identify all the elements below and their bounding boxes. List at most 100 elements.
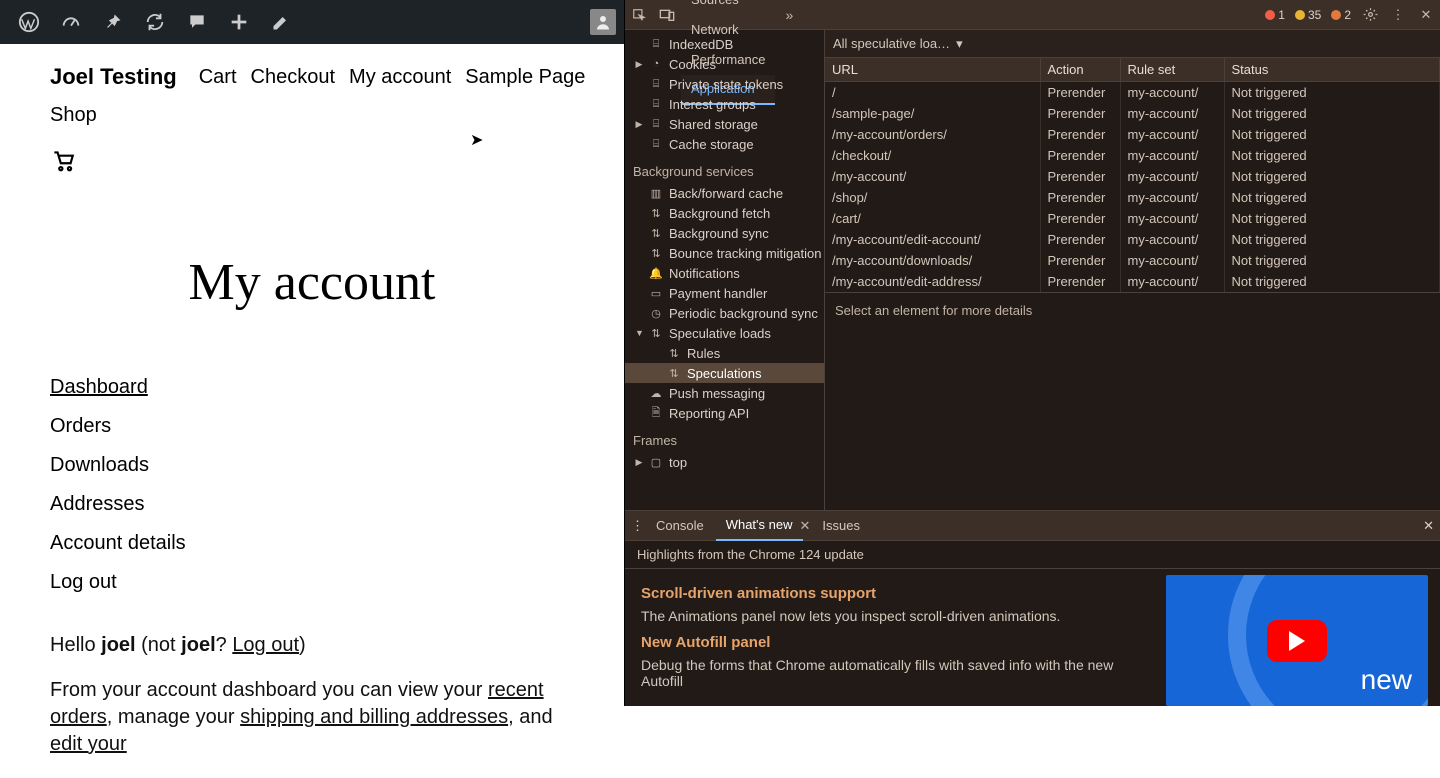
play-icon[interactable] bbox=[1267, 620, 1327, 662]
application-tree[interactable]: ⌸IndexedDB▶◔Cookies⌸Private state tokens… bbox=[625, 30, 825, 510]
errors-badge[interactable]: 1 bbox=[1265, 8, 1285, 22]
menu-addresses[interactable]: Addresses bbox=[50, 493, 145, 515]
table-cell[interactable]: my-account/ bbox=[1121, 229, 1225, 250]
menu-dashboard[interactable]: Dashboard bbox=[50, 376, 148, 398]
table-cell[interactable]: my-account/ bbox=[1121, 124, 1225, 145]
pin-icon[interactable] bbox=[92, 0, 134, 44]
table-cell[interactable]: / bbox=[825, 82, 1041, 103]
tree-item-payment-handler[interactable]: ▭Payment handler bbox=[625, 283, 824, 303]
table-cell[interactable]: my-account/ bbox=[1121, 271, 1225, 292]
nav-shop[interactable]: Shop bbox=[50, 104, 97, 127]
table-cell[interactable]: Not triggered bbox=[1225, 250, 1440, 271]
tree-item-background-sync[interactable]: ⇅Background sync bbox=[625, 223, 824, 243]
warnings-badge[interactable]: 35 bbox=[1295, 8, 1321, 22]
comment-icon[interactable] bbox=[176, 0, 218, 44]
nav-sample-page[interactable]: Sample Page bbox=[465, 66, 585, 89]
speculations-table[interactable]: URLActionRule setStatus/Prerendermy-acco… bbox=[825, 58, 1440, 292]
table-cell[interactable]: Not triggered bbox=[1225, 187, 1440, 208]
table-cell[interactable]: /my-account/edit-account/ bbox=[825, 229, 1041, 250]
tree-item-private-state-tokens[interactable]: ⌸Private state tokens bbox=[625, 74, 824, 94]
site-title[interactable]: Joel Testing bbox=[50, 64, 177, 90]
table-cell[interactable]: my-account/ bbox=[1121, 187, 1225, 208]
cart-icon[interactable] bbox=[50, 147, 624, 173]
table-cell[interactable]: Prerender bbox=[1041, 208, 1121, 229]
nav-checkout[interactable]: Checkout bbox=[251, 66, 336, 89]
col-status[interactable]: Status bbox=[1225, 58, 1440, 82]
table-cell[interactable]: my-account/ bbox=[1121, 145, 1225, 166]
table-cell[interactable]: my-account/ bbox=[1121, 103, 1225, 124]
tree-item-cache-storage[interactable]: ⌸Cache storage bbox=[625, 134, 824, 154]
drawer-tab-console[interactable]: Console bbox=[646, 511, 714, 541]
table-cell[interactable]: my-account/ bbox=[1121, 208, 1225, 229]
menu-downloads[interactable]: Downloads bbox=[50, 454, 149, 476]
more-tabs-icon[interactable]: » bbox=[775, 0, 803, 30]
tree-item-background-fetch[interactable]: ⇅Background fetch bbox=[625, 203, 824, 223]
greeting-logout-link[interactable]: Log out bbox=[232, 634, 299, 656]
drawer-close-icon[interactable]: ✕ bbox=[1423, 518, 1434, 534]
tree-item-shared-storage[interactable]: ▶⌸Shared storage bbox=[625, 114, 824, 134]
table-cell[interactable]: Prerender bbox=[1041, 145, 1121, 166]
col-action[interactable]: Action bbox=[1041, 58, 1121, 82]
tree-item-periodic-background-sync[interactable]: ◷Periodic background sync bbox=[625, 303, 824, 323]
tree-item-back-forward-cache[interactable]: ▥Back/forward cache bbox=[625, 183, 824, 203]
table-cell[interactable]: Prerender bbox=[1041, 250, 1121, 271]
tree-item-speculations[interactable]: ⇅Speculations bbox=[625, 363, 824, 383]
tree-item-bounce-tracking-mitigation[interactable]: ⇅Bounce tracking mitigation bbox=[625, 243, 824, 263]
table-cell[interactable]: Not triggered bbox=[1225, 271, 1440, 292]
col-url[interactable]: URL bbox=[825, 58, 1041, 82]
speculations-filter[interactable]: All speculative loa…▾ bbox=[825, 30, 1440, 58]
drawer-kebab-icon[interactable]: ⋮ bbox=[631, 518, 644, 534]
tree-item-top[interactable]: ▶▢top bbox=[625, 452, 824, 472]
table-cell[interactable]: Prerender bbox=[1041, 103, 1121, 124]
table-cell[interactable]: /my-account/ bbox=[825, 166, 1041, 187]
drawer-tab-close-icon[interactable]: ✕ bbox=[800, 518, 811, 534]
nav-my-account[interactable]: My account bbox=[349, 66, 451, 89]
table-cell[interactable]: Not triggered bbox=[1225, 103, 1440, 124]
nav-cart[interactable]: Cart bbox=[199, 66, 237, 89]
devtools-tab-sources[interactable]: Sources bbox=[681, 0, 775, 15]
inspect-icon[interactable] bbox=[625, 0, 653, 30]
kebab-menu-icon[interactable]: ⋮ bbox=[1384, 0, 1412, 30]
tree-item-reporting-api[interactable]: 🗎Reporting API bbox=[625, 403, 824, 423]
drawer-tab-issues[interactable]: Issues bbox=[812, 511, 870, 541]
table-cell[interactable]: Not triggered bbox=[1225, 229, 1440, 250]
whatsnew-video[interactable]: new bbox=[1166, 575, 1428, 706]
table-cell[interactable]: Prerender bbox=[1041, 187, 1121, 208]
plus-icon[interactable] bbox=[218, 0, 260, 44]
table-cell[interactable]: my-account/ bbox=[1121, 82, 1225, 103]
edit-icon[interactable] bbox=[260, 0, 302, 44]
speedometer-icon[interactable] bbox=[50, 0, 92, 44]
menu-logout[interactable]: Log out bbox=[50, 571, 117, 593]
device-toggle-icon[interactable] bbox=[653, 0, 681, 30]
table-cell[interactable]: /checkout/ bbox=[825, 145, 1041, 166]
table-cell[interactable]: /my-account/orders/ bbox=[825, 124, 1041, 145]
wordpress-logo-icon[interactable] bbox=[8, 0, 50, 44]
refresh-icon[interactable] bbox=[134, 0, 176, 44]
tree-item-speculative-loads[interactable]: ▼⇅Speculative loads bbox=[625, 323, 824, 343]
devtools-close-icon[interactable]: ✕ bbox=[1412, 0, 1440, 30]
tree-item-rules[interactable]: ⇅Rules bbox=[625, 343, 824, 363]
user-avatar[interactable] bbox=[590, 9, 616, 35]
table-cell[interactable]: /my-account/downloads/ bbox=[825, 250, 1041, 271]
table-cell[interactable]: Not triggered bbox=[1225, 145, 1440, 166]
menu-account[interactable]: Account details bbox=[50, 532, 186, 554]
drawer-tab-whatsnew[interactable]: What's new bbox=[716, 511, 803, 541]
table-cell[interactable]: my-account/ bbox=[1121, 166, 1225, 187]
menu-orders[interactable]: Orders bbox=[50, 415, 111, 437]
table-cell[interactable]: /cart/ bbox=[825, 208, 1041, 229]
tree-item-interest-groups[interactable]: ⌸Interest groups bbox=[625, 94, 824, 114]
table-cell[interactable]: Not triggered bbox=[1225, 166, 1440, 187]
table-cell[interactable]: /my-account/edit-address/ bbox=[825, 271, 1041, 292]
edit-your-link[interactable]: edit your bbox=[50, 733, 127, 755]
tree-item-notifications[interactable]: 🔔Notifications bbox=[625, 263, 824, 283]
table-cell[interactable]: Prerender bbox=[1041, 124, 1121, 145]
table-cell[interactable]: /sample-page/ bbox=[825, 103, 1041, 124]
table-cell[interactable]: Prerender bbox=[1041, 166, 1121, 187]
table-cell[interactable]: Prerender bbox=[1041, 229, 1121, 250]
issues-badge[interactable]: 2 bbox=[1331, 8, 1351, 22]
tree-item-push-messaging[interactable]: ☁Push messaging bbox=[625, 383, 824, 403]
table-cell[interactable]: Not triggered bbox=[1225, 208, 1440, 229]
tree-item-cookies[interactable]: ▶◔Cookies bbox=[625, 54, 824, 74]
table-cell[interactable]: Not triggered bbox=[1225, 82, 1440, 103]
table-cell[interactable]: Not triggered bbox=[1225, 124, 1440, 145]
